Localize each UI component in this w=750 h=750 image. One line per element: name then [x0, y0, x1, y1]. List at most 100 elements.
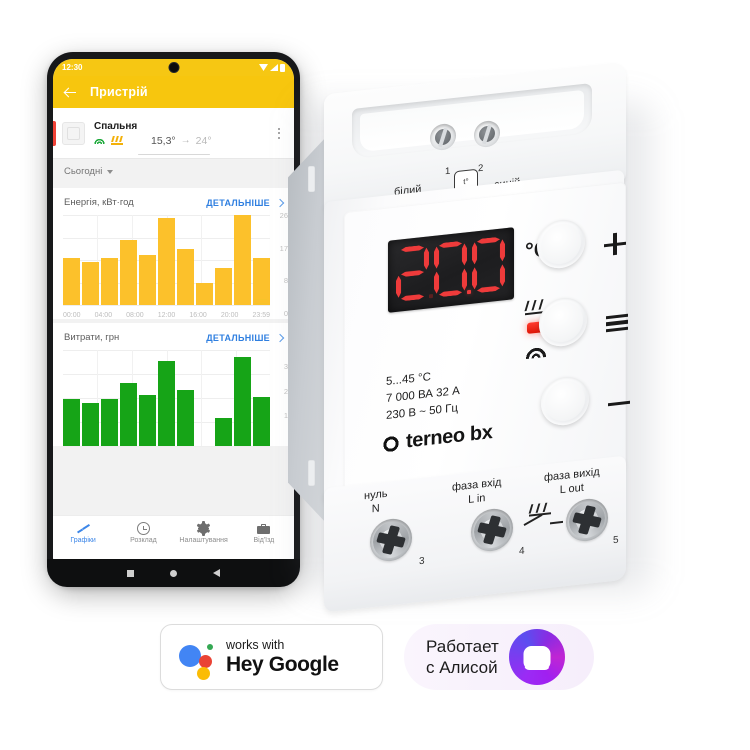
status-icons: [259, 63, 285, 72]
details-label: ДЕТАЛЬНІШЕ: [206, 197, 270, 208]
energy-details-link[interactable]: ДЕТАЛЬНІШЕ: [206, 197, 285, 208]
yandex-alice-badge[interactable]: Работает с Алисой: [404, 624, 594, 690]
alice-badge-line2: с Алисой: [426, 658, 498, 677]
bar: [234, 356, 251, 446]
charts-scroll-area[interactable]: Енергія, кВт·год ДЕТАЛЬНІШЕ 26 17 8 0 00:00…: [53, 184, 294, 515]
digit-decimal-0: [472, 236, 505, 294]
briefcase-icon: [257, 522, 271, 535]
android-nav-bar: [47, 559, 300, 587]
gear-icon: [196, 521, 211, 536]
bar: [234, 215, 251, 305]
terneo-mark-icon: [383, 434, 399, 453]
expenses-details-link[interactable]: ДЕТАЛЬНІШЕ: [206, 332, 285, 343]
tab-schedule[interactable]: Розклад: [113, 522, 173, 544]
plus-icon: [604, 232, 626, 256]
menu-icon: [606, 313, 628, 333]
terminal-number-3: 3: [419, 555, 425, 568]
app-bar: Пристрій: [53, 76, 294, 108]
wifi-icon: [94, 137, 105, 145]
bar: [196, 283, 213, 305]
terminal-number-4: 4: [519, 545, 525, 558]
sensor-terminal-2-label: 2: [478, 162, 484, 175]
energy-chart-header: Енергія, кВт·год ДЕТАЛЬНІШЕ: [53, 197, 294, 208]
back-triangle-icon[interactable]: [213, 569, 220, 577]
line-chart-icon: [77, 522, 90, 535]
bar: [82, 261, 99, 305]
terminal-screw-lout: [566, 496, 608, 544]
seven-segment-digits: [396, 236, 505, 302]
bar: [120, 239, 137, 305]
battery-icon: [280, 63, 285, 72]
side-notch-top: [308, 166, 315, 192]
x-tick: 12:00: [157, 312, 176, 319]
expenses-bars: [63, 350, 270, 446]
bar: [177, 249, 194, 305]
x-tick: 23:59: [252, 312, 270, 319]
led-display: [388, 227, 514, 313]
google-badge-line1: works with: [226, 637, 285, 652]
tab-charts[interactable]: Графіки: [53, 522, 113, 544]
expenses-chart-header: Витрати, грн ДЕТАЛЬНІШЕ: [53, 332, 294, 343]
bar: [215, 267, 232, 305]
bar: [101, 398, 118, 446]
bar: [82, 403, 99, 446]
alice-badge-line1: Работает: [426, 637, 499, 656]
device-card[interactable]: Спальня 15,3° → 24°: [53, 108, 294, 158]
yandex-alice-icon: [508, 629, 565, 685]
temperature-readout: 15,3° → 24°: [151, 135, 212, 147]
terminal-screw-n: [370, 516, 412, 564]
square-icon[interactable]: [127, 569, 134, 577]
x-tick: 08:00: [126, 312, 144, 319]
heating-icon: [111, 136, 123, 145]
clock-icon: [136, 522, 150, 535]
bar: [177, 390, 194, 446]
bar: [139, 255, 156, 305]
google-badge-line2: Hey Google: [226, 652, 339, 676]
side-notch-bottom: [308, 460, 315, 486]
status-time: 12:30: [62, 63, 83, 72]
card-handle: [137, 153, 210, 155]
thermostat-device: білий синій 1 2 t°: [282, 61, 682, 613]
device-thumbnail: [62, 121, 85, 145]
energy-chart-title: Енергія, кВт·год: [64, 197, 134, 208]
partner-badges: works with Hey Google Работает с Алисой: [0, 620, 750, 708]
digit-2: [396, 244, 433, 302]
tab-label: Графіки: [70, 537, 96, 544]
arrow-icon: →: [180, 135, 191, 146]
bar: [63, 258, 80, 305]
device-status-row: 15,3° → 24°: [94, 135, 273, 147]
energy-chart-card: Енергія, кВт·год ДЕТАЛЬНІШЕ 26 17 8 0 00:00…: [53, 188, 294, 319]
energy-zero-marker: [255, 299, 267, 304]
bar: [158, 218, 175, 305]
alice-badge-text: Работает с Алисой: [426, 636, 499, 678]
bar: [253, 396, 270, 446]
bar: [215, 418, 232, 446]
tab-settings[interactable]: Налаштування: [174, 521, 234, 544]
expenses-chart-card: Витрати, грн ДЕТАЛЬНІШЕ 321: [53, 323, 294, 447]
google-assistant-badge[interactable]: works with Hey Google: [160, 624, 383, 690]
sensor-terminal-1-label: 1: [445, 165, 451, 178]
sensor-symbol: t°: [463, 176, 469, 186]
x-tick: 00:00: [63, 312, 81, 319]
front-camera: [168, 62, 179, 73]
terminal-screw-lin: [471, 506, 513, 554]
terminal-lin-label: фаза вхід L in: [452, 475, 501, 508]
screenshot-root: 12:30 Пристрій Спальня 15,3° → 24° Сього…: [0, 0, 750, 750]
circle-icon[interactable]: [170, 569, 177, 577]
back-arrow-icon[interactable]: [64, 86, 77, 99]
details-label: ДЕТАЛЬНІШЕ: [206, 332, 270, 343]
terminal-n-code: N: [371, 502, 380, 516]
terminal-n-label: нуль N: [364, 487, 387, 518]
page-title: Пристрій: [90, 85, 148, 99]
phone-screen: 12:30 Пристрій Спальня 15,3° → 24° Сього…: [53, 59, 294, 578]
x-tick: 16:00: [189, 312, 207, 319]
current-temperature: 15,3°: [151, 134, 176, 147]
energy-plot: 26 17 8 0 00:00 04:00 08:00 12:00 16:00 20:00 23:…: [53, 211, 294, 319]
bottom-tab-bar: Графіки Розклад Налаштування Від'їзд: [53, 515, 294, 550]
tab-label: Налаштування: [179, 537, 228, 544]
period-selector[interactable]: Сьогодні: [53, 158, 294, 184]
google-badge-text: works with Hey Google: [226, 638, 339, 677]
expenses-chart-title: Витрати, грн: [64, 332, 120, 343]
digit-0: [434, 240, 471, 298]
signal-icon: [270, 64, 278, 71]
